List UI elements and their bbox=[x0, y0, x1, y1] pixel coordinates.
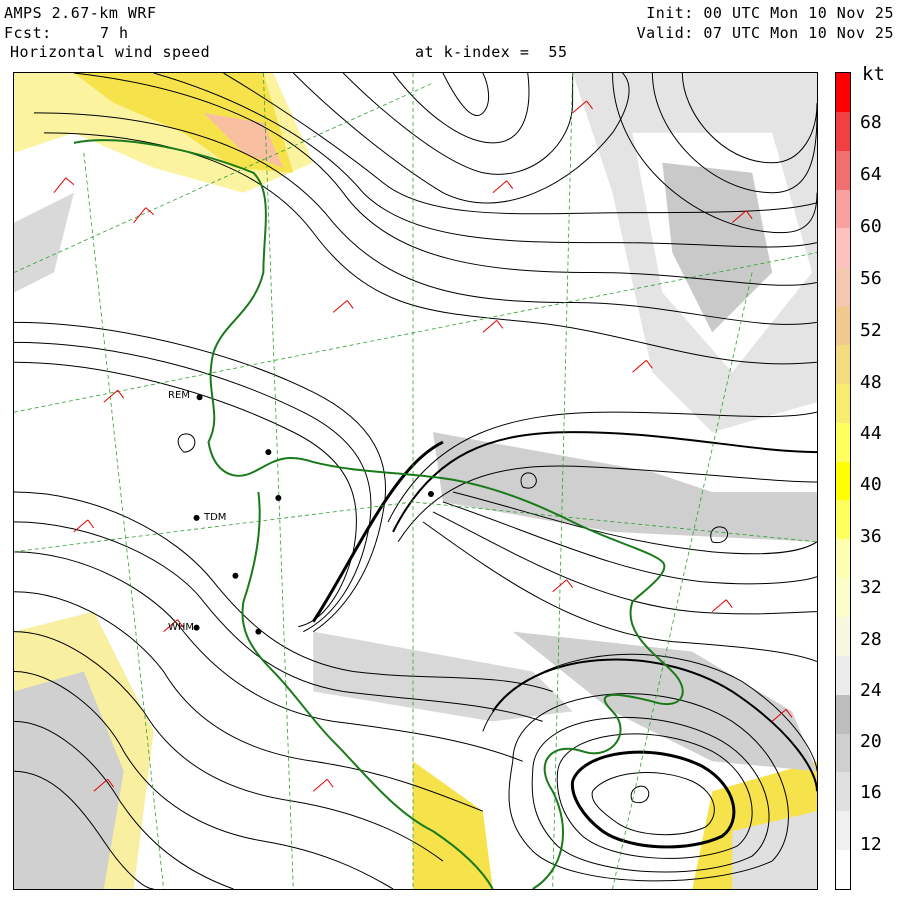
legend-band bbox=[836, 617, 850, 656]
legend-band bbox=[836, 228, 850, 268]
forecast-label: Fcst: bbox=[4, 24, 52, 42]
legend-band bbox=[836, 694, 850, 734]
station-dot-tdm bbox=[193, 514, 200, 521]
legend-band bbox=[836, 500, 850, 540]
legend-band bbox=[836, 189, 850, 229]
station-dot-b bbox=[275, 494, 282, 501]
legend-band bbox=[836, 345, 850, 384]
forecast-hour: 7 h bbox=[100, 24, 129, 42]
legend-band bbox=[836, 733, 850, 773]
legend-tick-label: 36 bbox=[860, 526, 882, 547]
legend-band bbox=[836, 383, 850, 423]
legend-tick-label: 68 bbox=[860, 112, 882, 133]
legend-tick-label: 52 bbox=[860, 320, 882, 341]
legend-band bbox=[836, 150, 850, 190]
valid-time: Valid: 07 UTC Mon 10 Nov 25 bbox=[636, 24, 894, 42]
station-label-rem: REM bbox=[168, 390, 190, 401]
legend-tick-label: 16 bbox=[860, 782, 882, 803]
legend-tick-label: 12 bbox=[860, 834, 882, 855]
legend-unit: kt bbox=[862, 63, 885, 85]
legend-band bbox=[836, 539, 850, 579]
legend-tick-label: 64 bbox=[860, 164, 882, 185]
legend-tick-label: 40 bbox=[860, 474, 882, 495]
legend-band bbox=[836, 111, 850, 151]
legend-tick-label: 24 bbox=[860, 680, 882, 701]
color-scale bbox=[835, 72, 851, 890]
legend-band bbox=[836, 267, 850, 307]
model-title: AMPS 2.67-km WRF bbox=[4, 4, 157, 22]
station-label-whm: WHM bbox=[168, 622, 195, 633]
init-time: Init: 00 UTC Mon 10 Nov 25 bbox=[646, 4, 894, 22]
legend-tick-label: 20 bbox=[860, 731, 882, 752]
legend-band bbox=[836, 422, 850, 462]
legend-tick-label: 44 bbox=[860, 423, 882, 444]
legend-tick-label: 56 bbox=[860, 268, 882, 289]
level-label: at k-index = 55 bbox=[415, 43, 568, 61]
legend-band bbox=[836, 772, 850, 812]
field-name: Horizontal wind speed bbox=[10, 43, 211, 61]
legend-band bbox=[836, 73, 850, 112]
station-label-tdm: TDM bbox=[204, 512, 227, 523]
legend-band bbox=[836, 461, 850, 501]
station-dot-rem bbox=[196, 394, 203, 401]
legend-band bbox=[836, 578, 850, 617]
legend-band bbox=[836, 811, 850, 851]
legend-tick-label: 28 bbox=[860, 629, 882, 650]
station-dot-d bbox=[255, 628, 262, 635]
station-dot-e bbox=[427, 490, 434, 497]
legend-band bbox=[836, 655, 850, 695]
wind-map bbox=[13, 72, 818, 890]
legend-band bbox=[836, 850, 850, 889]
legend-tick-label: 60 bbox=[860, 216, 882, 237]
legend-band bbox=[836, 306, 850, 345]
station-dot-c bbox=[232, 572, 239, 579]
station-dot-whm bbox=[193, 624, 200, 631]
station-dot-a bbox=[265, 449, 272, 456]
legend-tick-label: 32 bbox=[860, 577, 882, 598]
legend-tick-label: 48 bbox=[860, 372, 882, 393]
